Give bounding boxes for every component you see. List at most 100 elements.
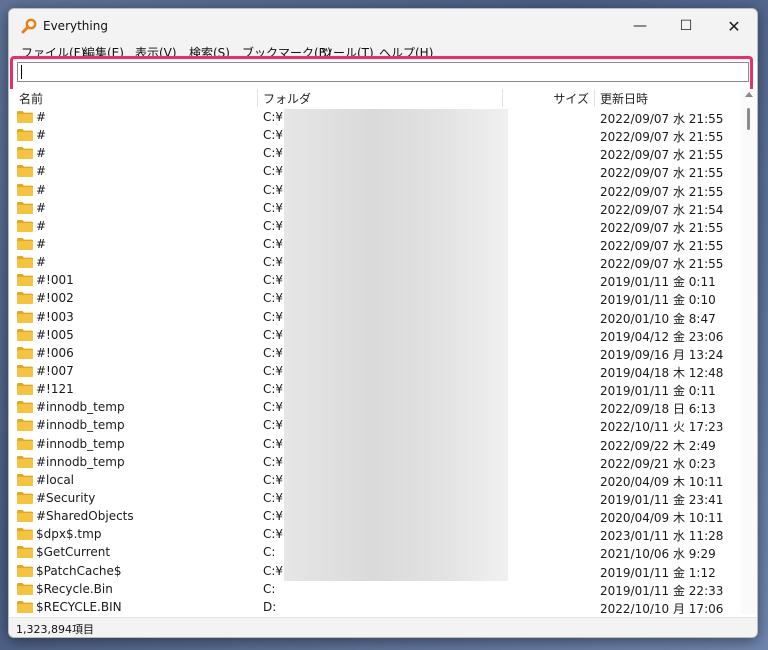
folder-path: C:¥ <box>263 527 284 542</box>
folder-path: C:¥ <box>263 345 284 360</box>
file-name: # <box>36 110 47 124</box>
folder-icon <box>17 473 33 486</box>
folder-path: C: <box>263 581 276 596</box>
file-name: #!005 <box>36 327 74 342</box>
folder-path: C:¥ <box>263 236 284 251</box>
maximize-button[interactable]: ☐ <box>663 9 709 43</box>
folder-path: C:¥ <box>263 309 284 324</box>
modified-date: 2022/09/07 水 21:55 <box>600 220 724 235</box>
column-divider[interactable] <box>594 89 595 107</box>
modified-date: 2019/01/11 金 0:11 <box>600 384 716 399</box>
file-name: #local <box>36 472 75 487</box>
modified-date: 2022/09/07 水 21:55 <box>600 166 724 181</box>
folder-icon <box>17 600 33 613</box>
folder-icon <box>17 201 33 214</box>
folder-path: C: <box>263 545 276 560</box>
file-name: #!003 <box>36 309 74 324</box>
column-modified[interactable]: 更新日時 <box>600 90 648 106</box>
file-name: # <box>36 128 47 143</box>
modified-date: 2019/01/11 金 23:41 <box>600 492 724 507</box>
folder-path: C:¥ <box>263 218 284 233</box>
modified-date: 2022/09/07 水 21:55 <box>600 130 724 145</box>
folder-icon <box>17 237 33 250</box>
folder-icon <box>17 419 33 432</box>
modified-date: 2022/09/21 水 0:23 <box>600 456 716 471</box>
everything-window: Everything — ☐ ✕ ファイル(F) 編集(E) 表示(V) 検索(… <box>8 8 758 638</box>
folder-icon <box>17 165 33 178</box>
file-name: #!001 <box>36 273 74 288</box>
file-name: $dpx$.tmp <box>36 527 102 542</box>
modified-date: 2022/09/07 水 21:55 <box>600 257 724 272</box>
folder-path: C:¥ <box>263 509 284 524</box>
file-name: #innodb_temp <box>36 454 125 469</box>
folder-path: C:¥ <box>263 327 284 342</box>
close-button[interactable]: ✕ <box>711 9 757 43</box>
column-divider[interactable] <box>257 89 258 107</box>
column-name[interactable]: 名前 <box>19 90 43 106</box>
modified-date: 2020/04/09 木 10:11 <box>600 474 724 489</box>
folder-path: D: <box>263 599 277 614</box>
modified-date: 2022/09/07 水 21:55 <box>600 184 724 199</box>
folder-path: C:¥ <box>263 382 284 397</box>
modified-date: 2023/01/11 水 11:28 <box>600 529 724 544</box>
modified-date: 2022/09/18 日 6:13 <box>600 402 716 417</box>
modified-date: 2019/04/18 木 12:48 <box>600 365 724 380</box>
redacted-folder-paths <box>284 109 508 581</box>
file-name: #!121 <box>36 382 74 397</box>
search-input[interactable] <box>17 62 749 82</box>
folder-icon <box>17 510 33 523</box>
column-divider[interactable] <box>502 89 503 107</box>
vertical-scrollbar[interactable] <box>741 89 757 614</box>
folder-icon <box>17 328 33 341</box>
folder-icon <box>17 455 33 468</box>
folder-icon <box>17 528 33 541</box>
folder-icon <box>17 111 33 123</box>
file-name: #!006 <box>36 345 74 360</box>
modified-date: 2022/10/11 火 17:23 <box>600 420 724 435</box>
file-name: #innodb_temp <box>36 436 125 451</box>
folder-icon <box>17 274 33 287</box>
list-item[interactable]: $RECYCLE.BIN D: 2022/10/10 月 17:06 <box>9 598 741 614</box>
file-name: $GetCurrent <box>36 545 111 560</box>
list-item[interactable]: $Recycle.Bin C: 2019/01/11 金 22:33 <box>9 580 741 598</box>
folder-path: C:¥ <box>263 200 284 215</box>
modified-date: 2022/09/07 水 21:54 <box>600 202 724 217</box>
folder-icon <box>17 401 33 414</box>
file-name: # <box>36 164 47 179</box>
minimize-button[interactable]: — <box>617 9 663 43</box>
file-name: # <box>36 236 47 251</box>
modified-date: 2019/04/12 金 23:06 <box>600 329 724 344</box>
folder-icon <box>17 364 33 377</box>
folder-path: C:¥ <box>263 418 284 433</box>
modified-date: 2019/01/11 金 22:33 <box>600 583 724 598</box>
folder-path: C:¥ <box>263 255 284 270</box>
folder-icon <box>17 219 33 232</box>
folder-icon <box>17 383 33 396</box>
modified-date: 2021/10/06 水 9:29 <box>600 547 716 562</box>
file-name: $RECYCLE.BIN <box>36 599 122 614</box>
scroll-up-arrow-icon[interactable] <box>745 92 753 97</box>
folder-path: C:¥ <box>263 291 284 306</box>
file-name: # <box>36 146 47 161</box>
folder-path: C:¥ <box>263 454 284 469</box>
modified-date: 2019/09/16 月 13:24 <box>600 347 724 362</box>
column-header: 名前 フォルダ サイズ 更新日時 <box>9 89 741 107</box>
folder-icon <box>17 292 33 305</box>
modified-date: 2020/01/10 金 8:47 <box>600 311 716 326</box>
folder-icon <box>17 491 33 504</box>
modified-date: 2019/01/11 金 1:12 <box>600 565 716 580</box>
title-bar[interactable]: Everything — ☐ ✕ <box>9 9 757 43</box>
window-title: Everything <box>43 19 108 33</box>
folder-icon <box>17 183 33 196</box>
scroll-thumb[interactable] <box>747 108 750 130</box>
folder-icon <box>17 129 33 142</box>
column-folder[interactable]: フォルダ <box>263 90 311 106</box>
column-size[interactable]: サイズ <box>553 90 589 106</box>
file-name: $PatchCache$ <box>36 563 122 578</box>
folder-path: C:¥ <box>263 490 284 505</box>
folder-path: C:¥ <box>263 182 284 197</box>
file-name: #innodb_temp <box>36 400 125 415</box>
file-name: #!002 <box>36 291 74 306</box>
modified-date: 2022/09/07 水 21:55 <box>600 112 724 126</box>
folder-icon <box>17 147 33 160</box>
